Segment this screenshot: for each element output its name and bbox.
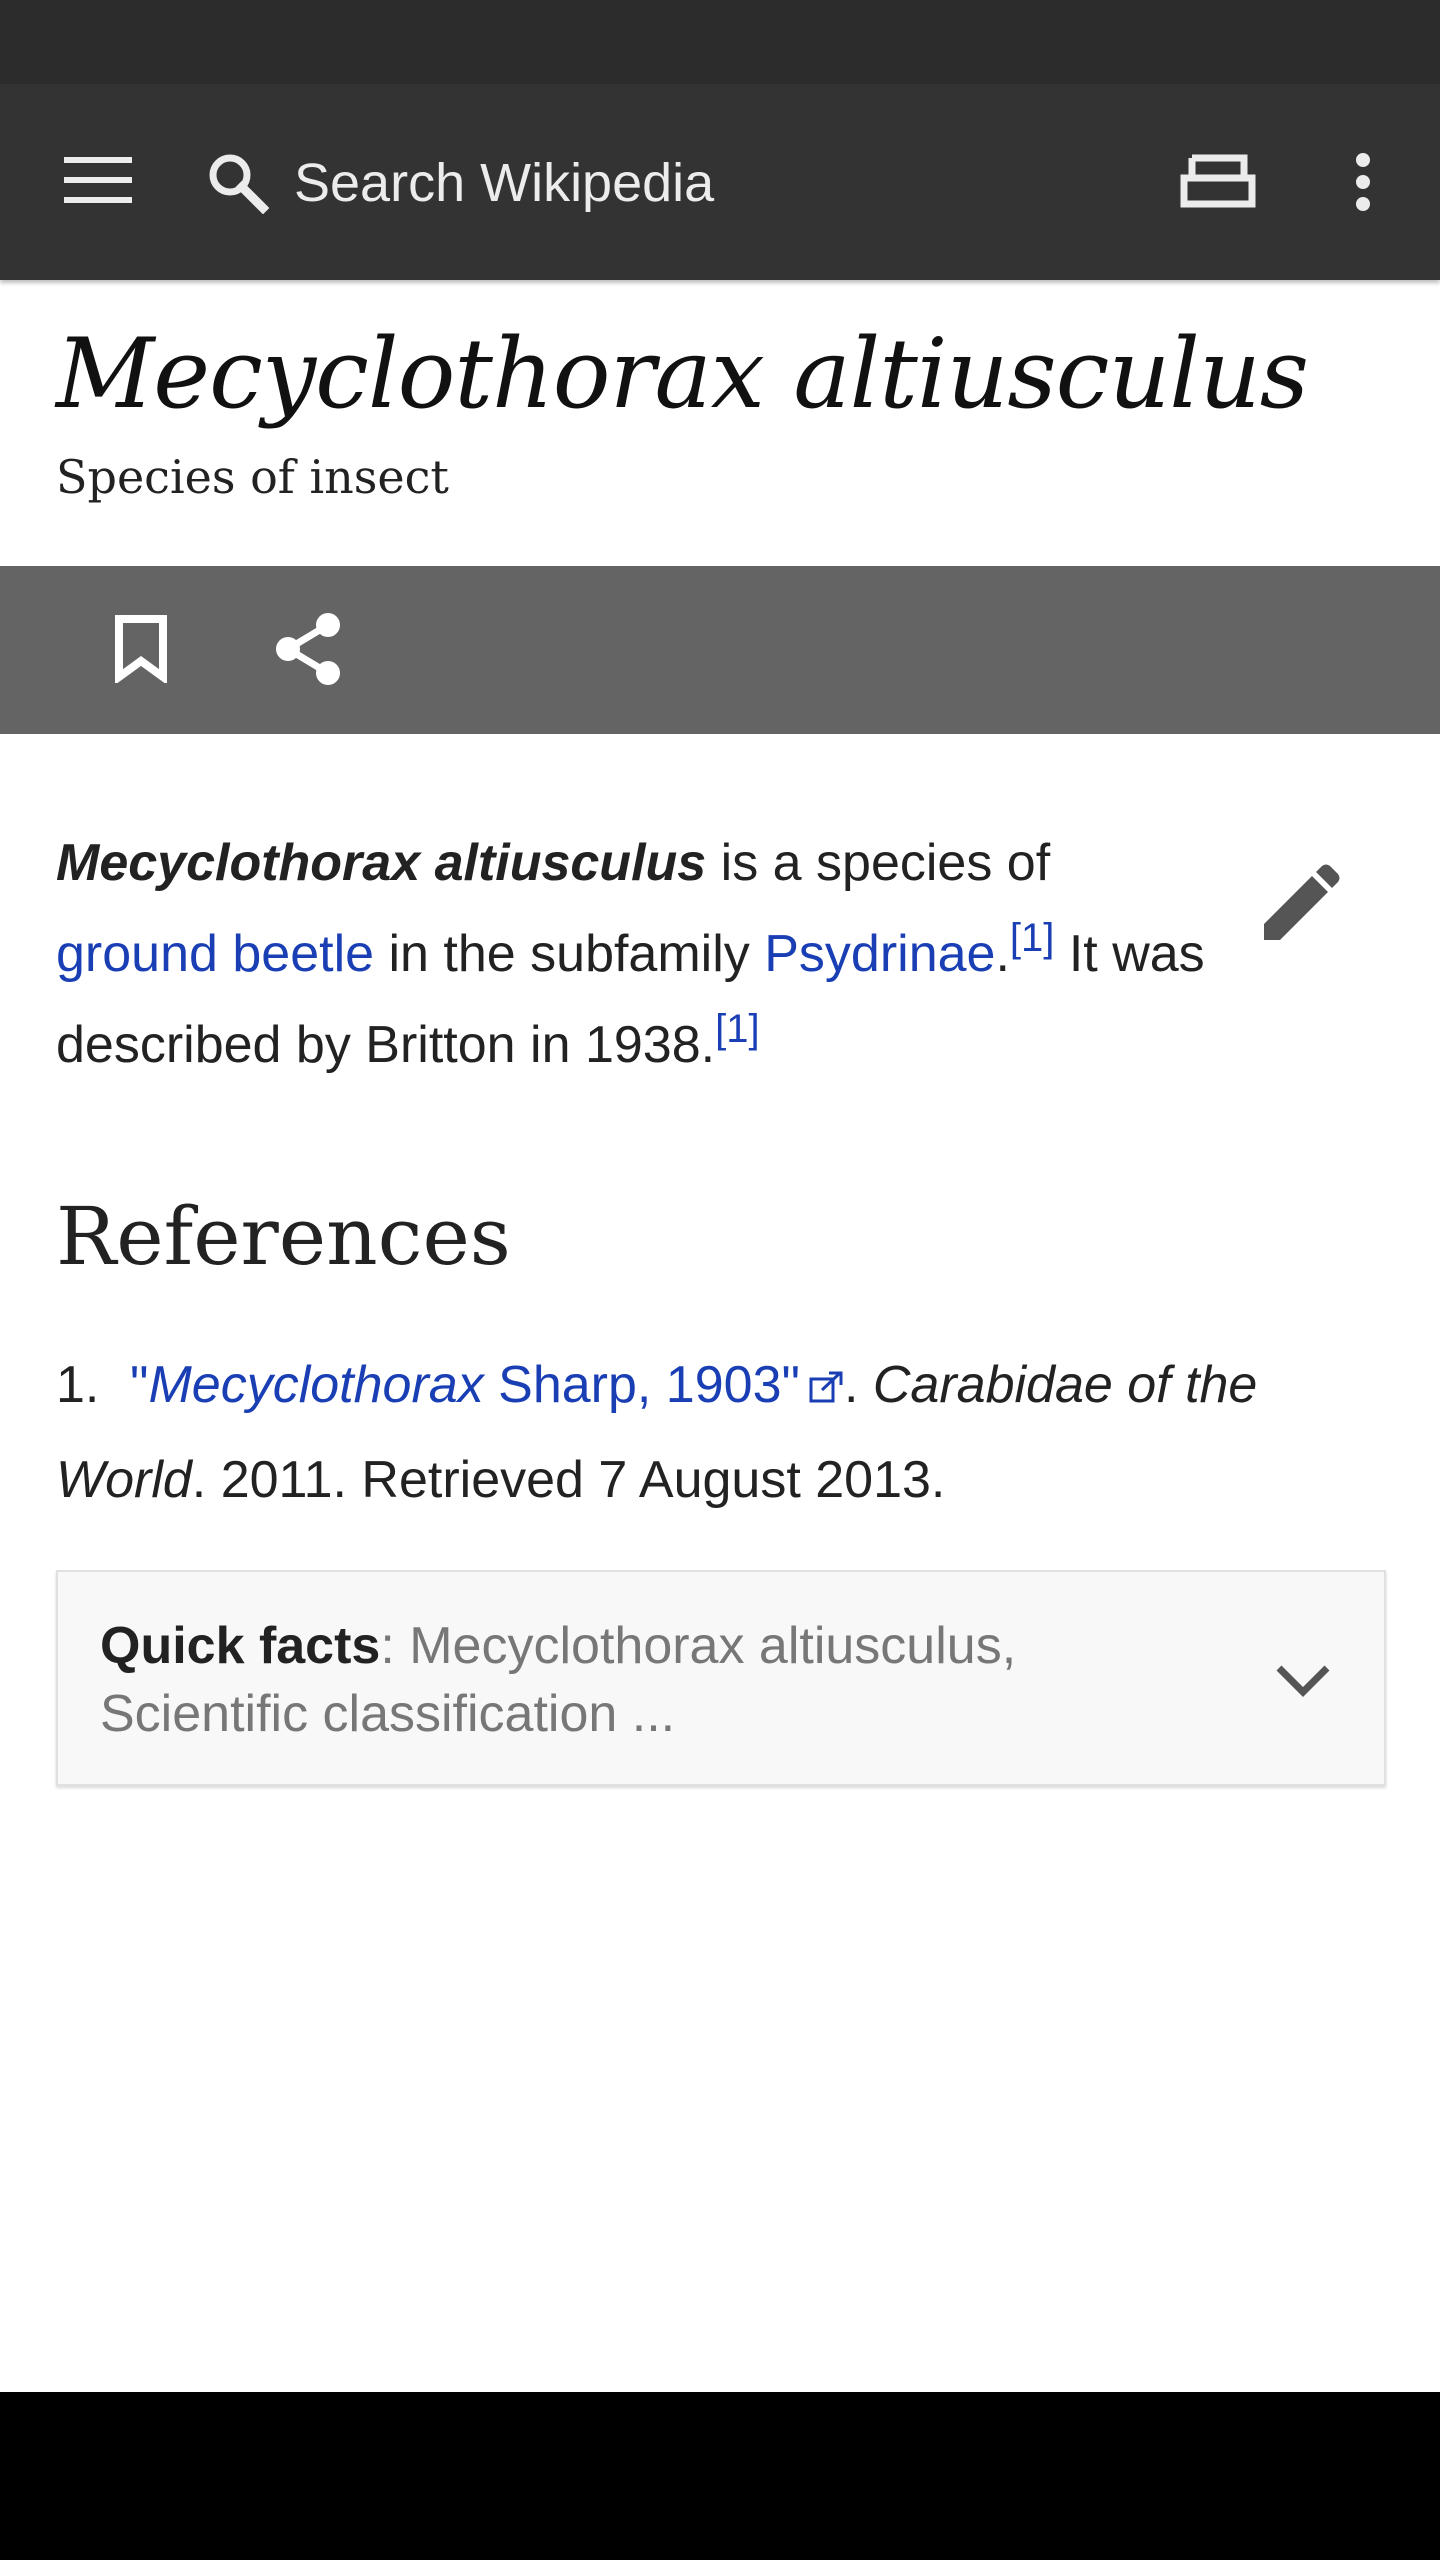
reference-item: 1. "Mecyclothorax Sharp, 1903". Carabidae… — [56, 1340, 1386, 1526]
references-heading: References — [56, 1190, 511, 1283]
quote-mark: " — [781, 1356, 800, 1414]
bookmark-icon[interactable] — [100, 604, 182, 694]
quick-facts-text: Quick facts: Mecyclothorax altiusculus, … — [100, 1612, 1180, 1748]
page-action-bar — [0, 566, 1440, 734]
search-input[interactable]: Search Wikipedia — [294, 150, 714, 216]
tabs-icon[interactable] — [1170, 140, 1266, 224]
lead-text: in the subfamily — [374, 925, 765, 983]
reference-text: . 2011. Retrieved 7 August 2013. — [191, 1451, 946, 1509]
page-title: Mecyclothorax altiusculus — [56, 318, 1309, 430]
quick-facts-box[interactable]: Quick facts: Mecyclothorax altiusculus, … — [56, 1570, 1386, 1786]
search-icon[interactable] — [195, 140, 279, 224]
chevron-down-icon[interactable] — [1258, 1640, 1348, 1720]
status-bar — [0, 0, 1440, 84]
reference-link[interactable]: "Mecyclothorax Sharp, 1903" — [130, 1356, 844, 1414]
navigation-bar — [0, 2392, 1440, 2560]
lead-text: is a species of — [706, 834, 1051, 892]
quick-facts-label: Quick facts — [100, 1617, 381, 1675]
link-ground-beetle[interactable]: ground beetle — [56, 925, 374, 983]
citation-link[interactable]: [1] — [1010, 916, 1054, 960]
reference-text: . — [843, 1356, 873, 1414]
reference-link-genus: Mecyclothorax — [148, 1356, 484, 1414]
article-subject: Mecyclothorax altiusculus — [56, 834, 707, 892]
edit-icon[interactable] — [1252, 856, 1348, 952]
reference-number: 1. — [56, 1356, 100, 1414]
page-description: Species of insect — [56, 450, 449, 504]
external-link-icon — [808, 1344, 844, 1435]
lead-text: . — [995, 925, 1010, 983]
reference-link-text: Sharp, 1903 — [483, 1356, 782, 1414]
link-psydrinae[interactable]: Psydrinae — [764, 925, 995, 983]
citation-link[interactable]: [1] — [715, 1007, 759, 1051]
share-icon[interactable] — [265, 604, 351, 694]
more-options-icon[interactable] — [1320, 140, 1406, 224]
quote-mark: " — [130, 1356, 149, 1414]
lead-paragraph: Mecyclothorax altiusculus is a species o… — [56, 818, 1206, 1091]
menu-icon[interactable] — [50, 138, 146, 222]
